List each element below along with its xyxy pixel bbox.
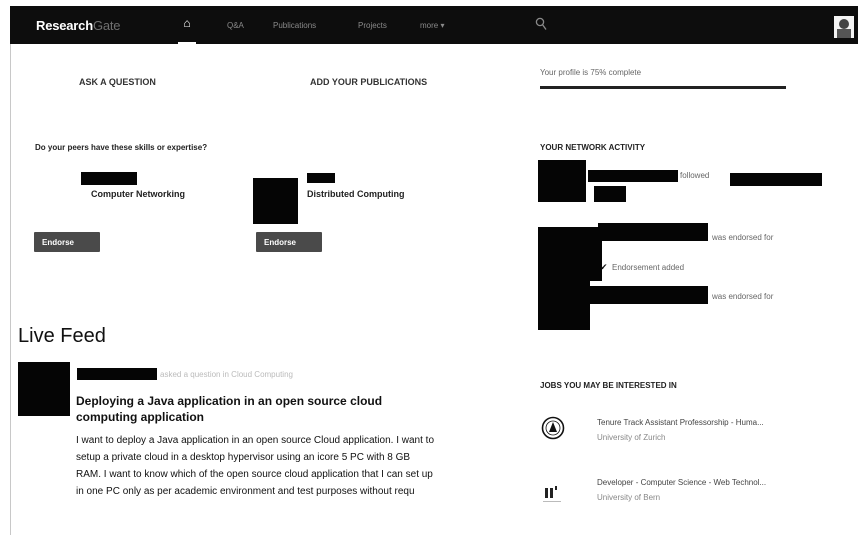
logo[interactable]: ResearchGate xyxy=(36,18,121,33)
redacted-avatar xyxy=(253,178,298,224)
redacted-avatar xyxy=(538,160,586,202)
ask-question-link[interactable]: ASK A QUESTION xyxy=(79,77,156,87)
endorse-button-distributed-computing[interactable]: Endorse xyxy=(256,232,322,252)
avatar[interactable] xyxy=(834,16,854,38)
redacted-name xyxy=(588,170,678,182)
redacted-avatar xyxy=(538,227,602,281)
redacted-name xyxy=(81,172,137,185)
redacted-name xyxy=(307,173,335,183)
post-title[interactable]: Deploying a Java application in an open … xyxy=(76,393,406,425)
skill-label-computer-networking: Computer Networking xyxy=(91,189,186,199)
university-seal-icon xyxy=(541,416,565,440)
network-activity-heading: YOUR NETWORK ACTIVITY xyxy=(540,143,646,152)
endorsement-added-text: Endorsement added xyxy=(612,263,685,272)
search-icon[interactable] xyxy=(535,17,547,31)
job-organization: University of Bern xyxy=(597,493,661,502)
university-logo-icon xyxy=(543,486,561,502)
logo-gate: Gate xyxy=(92,18,121,33)
redacted-avatar xyxy=(538,280,590,330)
post-body: I want to deploy a Java application in a… xyxy=(76,435,435,497)
text-fade xyxy=(330,500,440,520)
job-title[interactable]: Developer - Computer Science - Web Techn… xyxy=(597,478,766,487)
activity-text: followed xyxy=(680,171,710,180)
redacted-name xyxy=(77,368,157,380)
add-publications-link[interactable]: ADD YOUR PUBLICATIONS xyxy=(310,77,427,87)
redacted-avatar xyxy=(18,362,70,416)
job-title[interactable]: Tenure Track Assistant Professorship - H… xyxy=(597,418,764,427)
nav-qa[interactable]: Q&A xyxy=(227,21,244,30)
nav-projects[interactable]: Projects xyxy=(358,21,387,30)
jobs-heading: JOBS YOU MAY BE INTERESTED IN xyxy=(540,381,677,390)
endorse-button-computer-networking[interactable]: Endorse xyxy=(34,232,100,252)
check-icon: ✔ xyxy=(600,262,608,272)
profile-completion-text[interactable]: Your profile is 75% complete xyxy=(540,68,641,77)
skill-label-distributed-computing: Distributed Computing xyxy=(307,189,405,199)
live-feed-title: Live Feed xyxy=(18,325,106,347)
logo-research: Research xyxy=(36,18,93,33)
activity-text: was endorsed for xyxy=(712,292,774,301)
redacted-name xyxy=(594,186,626,202)
content-border xyxy=(10,44,11,535)
post-meta: asked a question in Cloud Computing xyxy=(160,370,293,379)
skills-heading: Do your peers have these skills or exper… xyxy=(35,143,208,152)
home-icon[interactable]: ⌂ xyxy=(176,16,198,44)
top-navigation-bar: ResearchGate ⌂ Q&A Publications Projects… xyxy=(10,6,858,44)
nav-more[interactable]: more ▾ xyxy=(420,21,444,30)
activity-text: was endorsed for xyxy=(712,233,774,242)
profile-completion-bar xyxy=(540,86,786,89)
nav-publications[interactable]: Publications xyxy=(273,21,316,30)
redacted-name xyxy=(730,173,822,186)
job-organization: University of Zurich xyxy=(597,433,666,442)
redacted-name xyxy=(598,223,708,241)
redacted-name xyxy=(590,286,708,304)
